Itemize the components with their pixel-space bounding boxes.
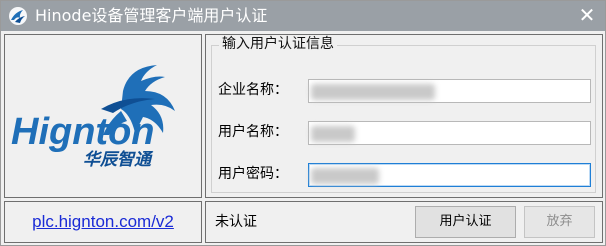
- redacted-username: [311, 126, 355, 142]
- username-label: 用户名称：: [218, 124, 288, 140]
- close-icon[interactable]: ✕: [575, 4, 599, 26]
- status-panel: 未认证 用户认证 放弃: [205, 201, 603, 243]
- authenticate-button[interactable]: 用户认证: [415, 206, 516, 238]
- auth-status-text: 未认证: [215, 214, 257, 230]
- link-panel: plc.hignton.com/v2: [4, 201, 202, 243]
- auth-dialog-window: Hinode设备管理客户端用户认证 ✕ Hignton 华辰智通 plc.hig…: [0, 0, 606, 246]
- brand-chinese-name: 华辰智通: [83, 150, 154, 170]
- password-input[interactable]: [308, 163, 591, 187]
- redacted-company-name: [311, 84, 435, 100]
- redacted-password: [311, 168, 379, 184]
- username-input[interactable]: [308, 121, 591, 145]
- cancel-button[interactable]: 放弃: [524, 206, 595, 238]
- auth-form-panel: 输入用户认证信息 企业名称： 用户名称： 用户密码：: [205, 34, 603, 198]
- website-link[interactable]: plc.hignton.com/v2: [5, 212, 201, 232]
- title-bar[interactable]: Hinode设备管理客户端用户认证 ✕: [1, 1, 605, 31]
- auth-info-groupbox: 输入用户认证信息 企业名称： 用户名称： 用户密码：: [211, 35, 596, 193]
- groupbox-title: 输入用户认证信息: [219, 35, 337, 53]
- logo-panel: Hignton 华辰智通: [4, 34, 202, 198]
- app-logo-icon: [9, 7, 27, 25]
- company-name-input[interactable]: [308, 79, 591, 103]
- brand-wordmark: Hignton: [11, 111, 155, 153]
- company-name-label: 企业名称：: [218, 82, 288, 98]
- brand-logo: Hignton 华辰智通: [11, 65, 175, 170]
- window-title: Hinode设备管理客户端用户认证: [35, 6, 268, 25]
- password-label: 用户密码：: [218, 166, 288, 182]
